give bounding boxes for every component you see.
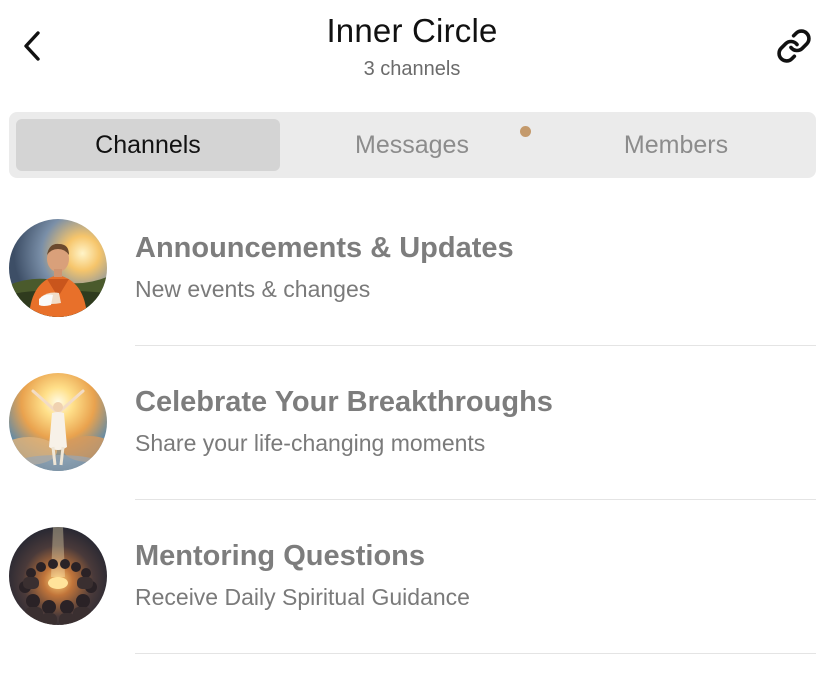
channel-item-mentoring[interactable]: Mentoring Questions Receive Daily Spirit… bbox=[0, 500, 824, 654]
tab-messages[interactable]: Messages bbox=[280, 119, 544, 171]
gathering-circle-avatar bbox=[9, 527, 107, 625]
channel-item-announcements[interactable]: Announcements & Updates New events & cha… bbox=[0, 192, 824, 346]
radiant-figure-avatar bbox=[9, 373, 107, 471]
tab-members[interactable]: Members bbox=[544, 119, 808, 171]
tab-channels[interactable]: Channels bbox=[16, 119, 280, 171]
channel-count: 3 channels bbox=[363, 58, 461, 80]
unread-indicator bbox=[520, 126, 531, 137]
app-screen: Inner Circle 3 channels Channels Message… bbox=[0, 0, 824, 674]
channel-description: Receive Daily Spiritual Guidance bbox=[135, 584, 470, 610]
header: Inner Circle 3 channels bbox=[0, 0, 824, 100]
channel-item-breakthroughs[interactable]: Celebrate Your Breakthroughs Share your … bbox=[0, 346, 824, 500]
mentor-portrait-avatar bbox=[9, 219, 107, 317]
channel-title: Mentoring Questions bbox=[135, 540, 425, 572]
divider bbox=[135, 653, 816, 654]
channel-description: Share your life-changing moments bbox=[135, 430, 486, 456]
channel-title: Celebrate Your Breakthroughs bbox=[135, 386, 553, 418]
tab-bar: Channels Messages Members bbox=[9, 112, 816, 178]
page-title: Inner Circle bbox=[326, 12, 498, 49]
channel-title: Announcements & Updates bbox=[135, 232, 514, 264]
channel-description: New events & changes bbox=[135, 276, 371, 302]
link-icon bbox=[777, 29, 811, 63]
share-link-button[interactable] bbox=[774, 26, 814, 66]
